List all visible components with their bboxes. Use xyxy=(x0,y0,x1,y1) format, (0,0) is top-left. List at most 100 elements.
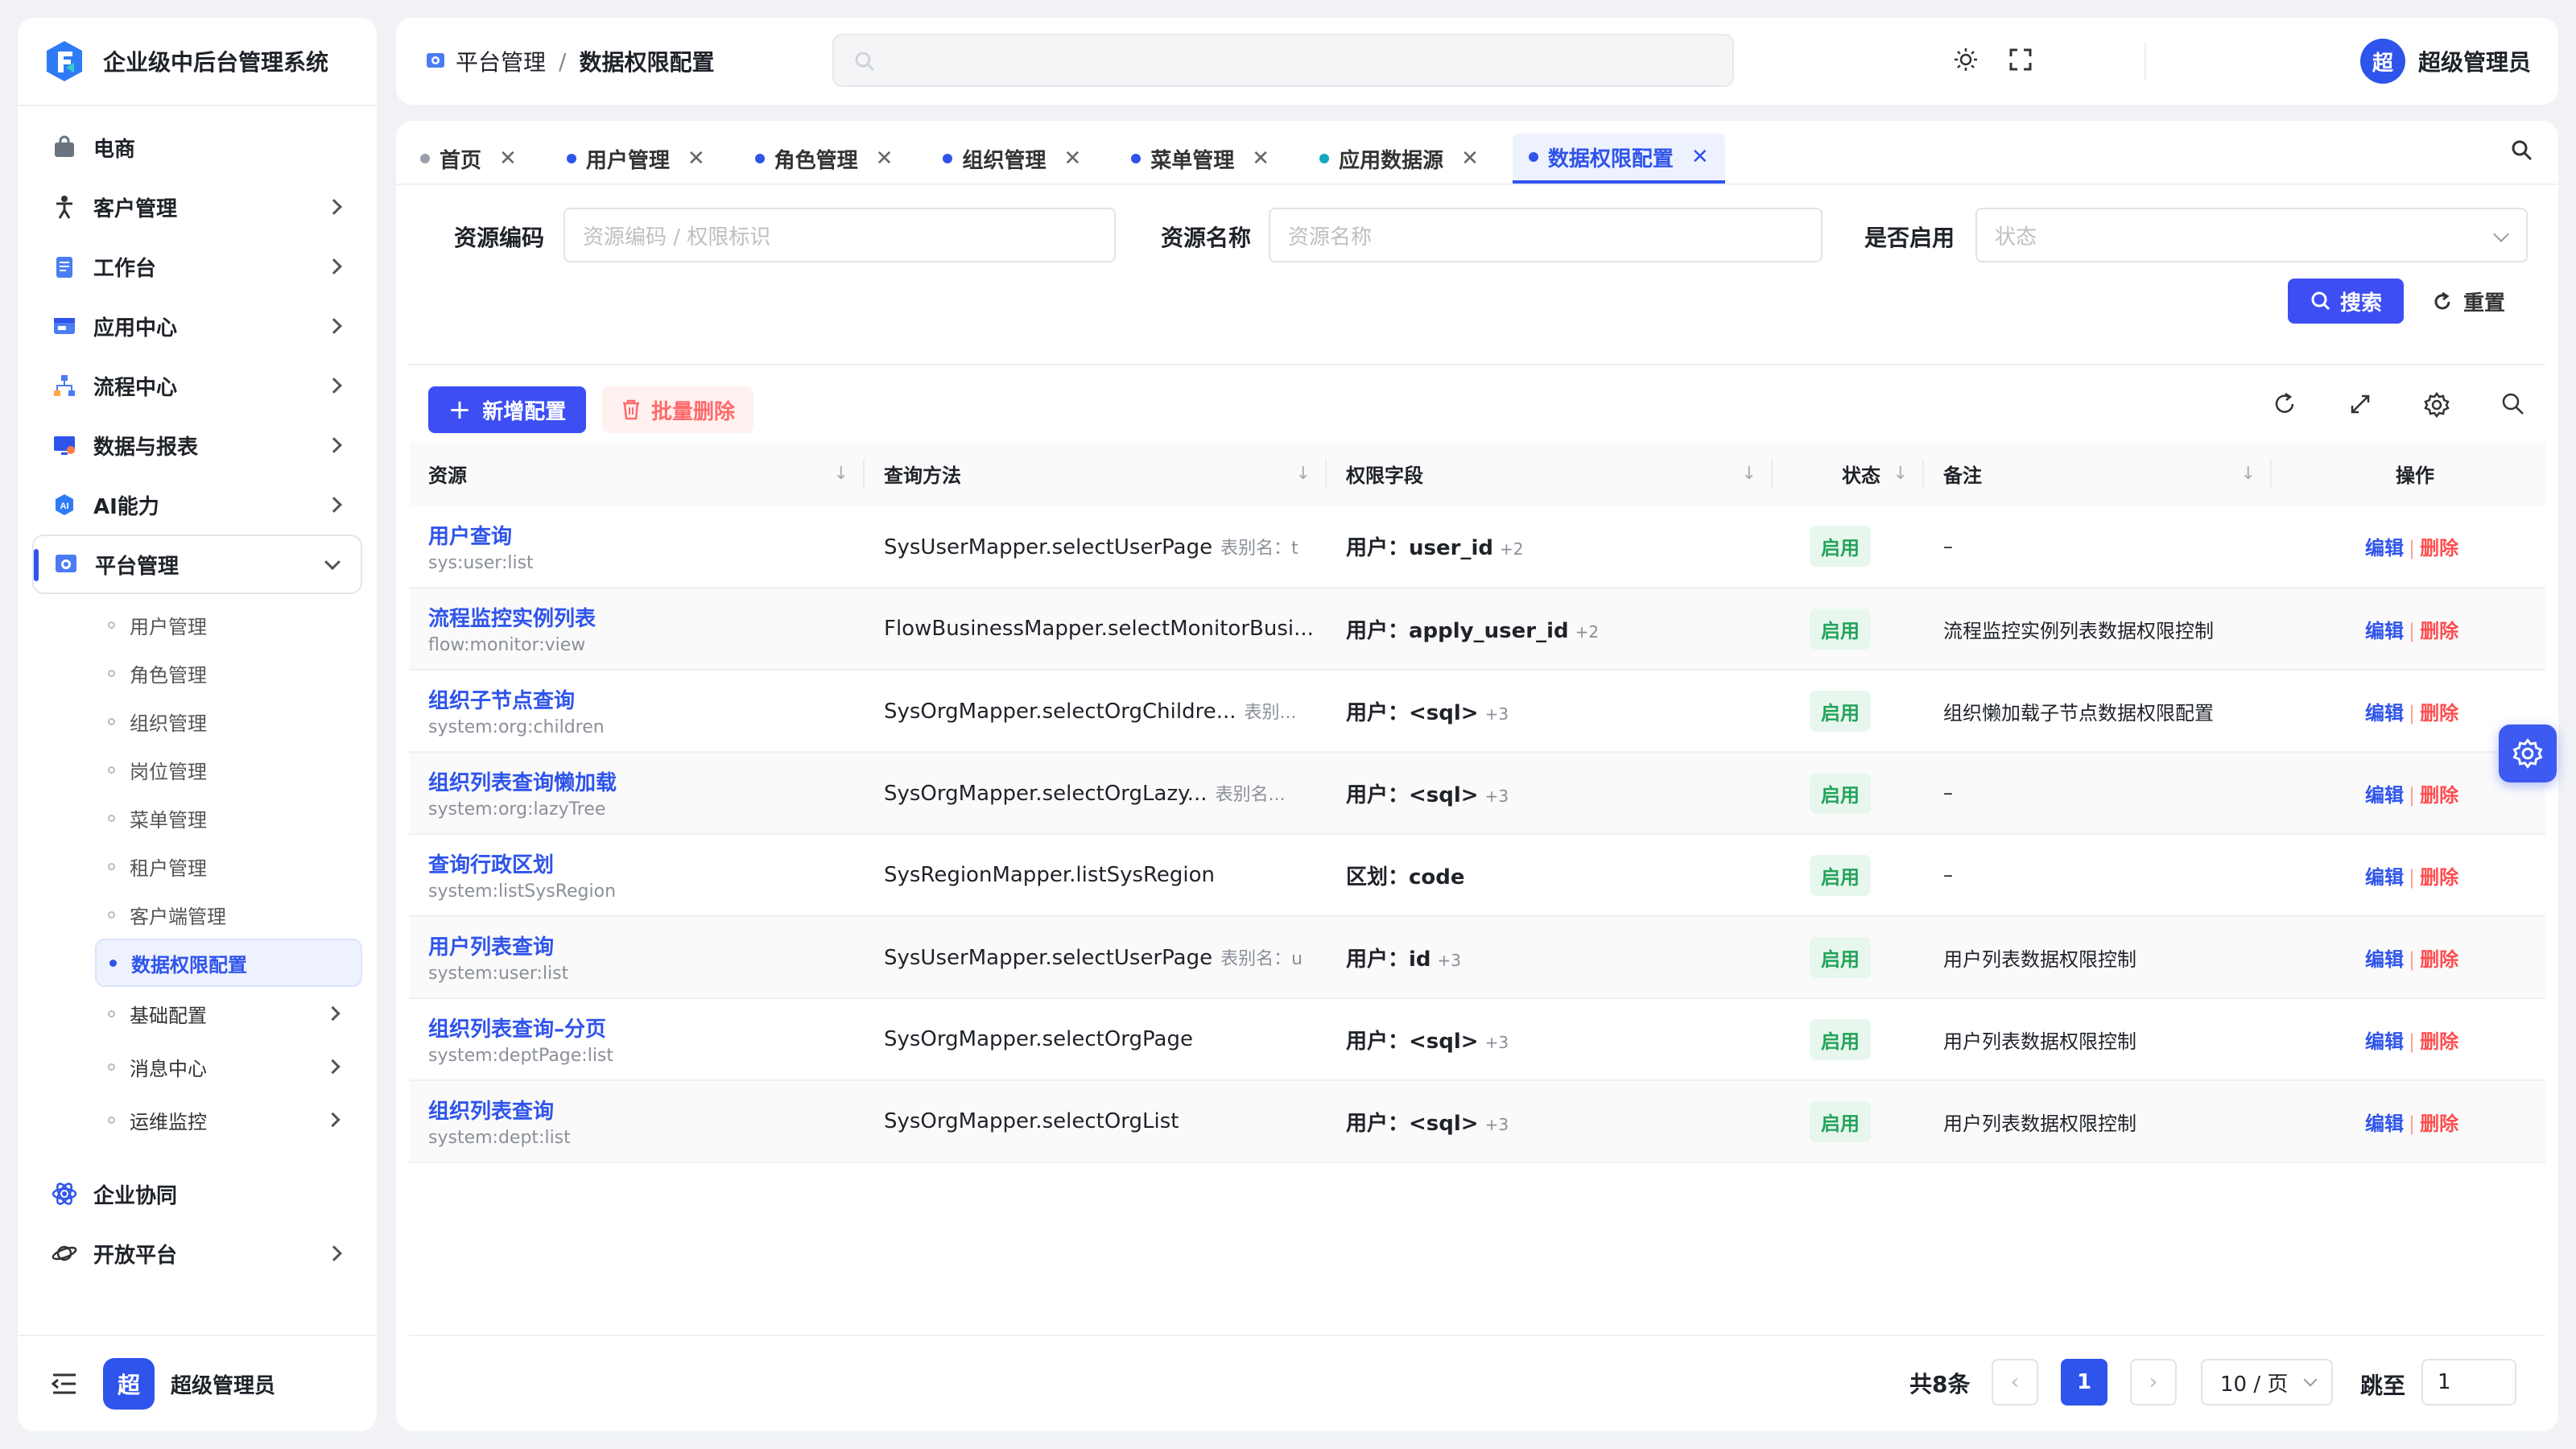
tab-app-datasource[interactable]: 应用数据源 ✕ xyxy=(1303,134,1495,184)
sort-icon[interactable]: ↓ xyxy=(1296,464,1311,484)
sort-icon[interactable]: ↓ xyxy=(2241,464,2256,484)
close-icon[interactable]: ✕ xyxy=(687,147,705,171)
floating-settings-button[interactable] xyxy=(2499,724,2557,782)
next-page-button[interactable]: › xyxy=(2130,1359,2177,1406)
table-row[interactable]: 组织列表查询懒加载 system:org:lazyTree SysOrgMapper… xyxy=(409,752,2545,835)
resource-name-input[interactable]: 资源名称 xyxy=(1269,208,1823,262)
perm-more-count[interactable]: +3 xyxy=(1485,1115,1509,1134)
page-size-select[interactable]: 10 / 页 xyxy=(2201,1359,2333,1406)
resource-name-link[interactable]: 流程监控实例列表 xyxy=(428,602,865,632)
sidebar-subitem-post-manage[interactable]: 岗位管理 xyxy=(95,745,362,794)
resource-code-input[interactable]: 资源编码 / 权限标识 xyxy=(564,208,1116,262)
table-row[interactable]: 组织列表查询 system:dept:list SysOrgMapper.selec… xyxy=(409,1080,2545,1163)
resource-name-link[interactable]: 组织列表查询 xyxy=(428,1095,865,1125)
table-row[interactable]: 用户列表查询 system:user:list SysUserMapper.sele… xyxy=(409,916,2545,999)
fullscreen-icon[interactable] xyxy=(2008,47,2033,72)
delete-link[interactable]: 删除 xyxy=(2420,784,2458,807)
perm-more-count[interactable]: +2 xyxy=(1575,622,1599,642)
column-header-perm-field[interactable]: 权限字段 ↓ xyxy=(1327,441,1773,506)
resource-name-link[interactable]: 用户列表查询 xyxy=(428,931,865,960)
sidebar-item-ecommerce[interactable]: 电商 xyxy=(32,118,362,177)
edit-link[interactable]: 编辑 xyxy=(2365,948,2404,971)
sun-icon[interactable] xyxy=(1953,47,1979,72)
resource-name-link[interactable]: 组织子节点查询 xyxy=(428,684,865,714)
column-header-remark[interactable]: 备注 ↓ xyxy=(1924,441,2272,506)
collapse-menu-icon[interactable] xyxy=(50,1372,79,1396)
edit-link[interactable]: 编辑 xyxy=(2365,866,2404,889)
delete-link[interactable]: 删除 xyxy=(2420,866,2458,889)
sidebar-subitem-tenant-manage[interactable]: 租户管理 xyxy=(95,842,362,890)
table-row[interactable]: 组织子节点查询 system:org:children SysOrgMapper.s… xyxy=(409,670,2545,753)
jump-page-input[interactable]: 1 xyxy=(2421,1359,2516,1406)
sidebar-item-open-platform[interactable]: 开放平台 xyxy=(32,1224,362,1283)
resource-name-link[interactable]: 用户查询 xyxy=(428,520,865,550)
expand-icon[interactable] xyxy=(2347,391,2373,417)
sidebar-item-customer[interactable]: 客户管理 xyxy=(32,177,362,237)
add-config-button[interactable]: + 新增配置 xyxy=(428,386,586,433)
search-icon[interactable] xyxy=(2500,391,2526,417)
global-search-input[interactable] xyxy=(832,34,1734,87)
delete-link[interactable]: 删除 xyxy=(2420,1113,2458,1135)
perm-more-count[interactable]: +3 xyxy=(1485,704,1509,724)
close-icon[interactable]: ✕ xyxy=(876,147,894,171)
sidebar-item-data-report[interactable]: 数据与报表 xyxy=(32,415,362,475)
sort-icon[interactable]: ↓ xyxy=(834,464,848,484)
user-name[interactable]: 超级管理员 xyxy=(2418,45,2531,77)
reset-button[interactable]: 重置 xyxy=(2431,287,2505,316)
close-icon[interactable]: ✕ xyxy=(1691,145,1709,169)
delete-link[interactable]: 删除 xyxy=(2420,1030,2458,1053)
prev-page-button[interactable]: ‹ xyxy=(1992,1359,2038,1406)
sidebar-subitem-data-permission[interactable]: 数据权限配置 xyxy=(95,939,362,987)
resource-name-link[interactable]: 组织列表查询–分页 xyxy=(428,1013,865,1042)
edit-link[interactable]: 编辑 xyxy=(2365,702,2404,724)
sort-icon[interactable]: ↓ xyxy=(1742,464,1757,484)
sidebar-item-workbench[interactable]: 工作台 xyxy=(32,237,362,296)
refresh-icon[interactable] xyxy=(2272,391,2297,417)
close-icon[interactable]: ✕ xyxy=(1063,147,1081,171)
tab-data-permission[interactable]: 数据权限配置 ✕ xyxy=(1512,134,1725,184)
sort-icon[interactable]: ↓ xyxy=(1893,464,1908,484)
close-icon[interactable]: ✕ xyxy=(1461,147,1479,171)
sidebar-subitem-basic-config[interactable]: 基础配置 xyxy=(95,987,362,1040)
close-icon[interactable]: ✕ xyxy=(499,147,517,171)
gear-icon[interactable] xyxy=(2423,391,2450,419)
perm-more-count[interactable]: +3 xyxy=(1485,786,1509,806)
search-icon[interactable] xyxy=(2510,138,2534,163)
delete-link[interactable]: 删除 xyxy=(2420,948,2458,971)
edit-link[interactable]: 编辑 xyxy=(2365,784,2404,807)
sidebar-item-platform[interactable]: 平台管理 xyxy=(32,535,362,594)
tab-role-manage[interactable]: 角色管理 ✕ xyxy=(739,134,910,184)
edit-link[interactable]: 编辑 xyxy=(2365,1030,2404,1053)
avatar[interactable]: 超 xyxy=(103,1358,155,1410)
delete-link[interactable]: 删除 xyxy=(2420,537,2458,559)
header-user[interactable]: 超 超级管理员 xyxy=(2359,39,2531,84)
delete-link[interactable]: 删除 xyxy=(2420,702,2458,724)
edit-link[interactable]: 编辑 xyxy=(2365,1113,2404,1135)
column-header-method[interactable]: 查询方法 ↓ xyxy=(865,441,1327,506)
tab-home[interactable]: 首页 ✕ xyxy=(404,134,533,184)
breadcrumb-item[interactable]: 平台管理 xyxy=(456,45,546,77)
table-row[interactable]: 组织列表查询–分页 system:deptPage:list SysOrgMappe… xyxy=(409,998,2545,1081)
delete-link[interactable]: 删除 xyxy=(2420,620,2458,642)
column-header-resource[interactable]: 资源 ↓ xyxy=(409,441,865,506)
edit-link[interactable]: 编辑 xyxy=(2365,620,2404,642)
sidebar-subitem-client-manage[interactable]: 客户端管理 xyxy=(95,890,362,939)
sidebar-item-collaboration[interactable]: 企业协同 xyxy=(32,1164,362,1224)
avatar[interactable]: 超 xyxy=(2359,39,2405,84)
perm-more-count[interactable]: +3 xyxy=(1485,1033,1509,1052)
tab-org-manage[interactable]: 组织管理 ✕ xyxy=(927,134,1097,184)
sidebar-subitem-ops-monitor[interactable]: 运维监控 xyxy=(95,1093,362,1146)
status-select[interactable]: 状态 xyxy=(1975,208,2528,262)
resource-name-link[interactable]: 组织列表查询懒加载 xyxy=(428,766,865,796)
sidebar-subitem-role-manage[interactable]: 角色管理 xyxy=(95,649,362,697)
sidebar-item-ai[interactable]: AI AI能力 xyxy=(32,475,362,535)
sidebar-subitem-menu-manage[interactable]: 菜单管理 xyxy=(95,794,362,842)
edit-link[interactable]: 编辑 xyxy=(2365,537,2404,559)
close-icon[interactable]: ✕ xyxy=(1252,147,1269,171)
search-button[interactable]: 搜索 xyxy=(2288,279,2404,324)
page-number-current[interactable]: 1 xyxy=(2061,1359,2107,1406)
tab-menu-manage[interactable]: 菜单管理 ✕ xyxy=(1115,134,1286,184)
table-row[interactable]: 流程监控实例列表 flow:monitor:view FlowBusinessMap… xyxy=(409,588,2545,671)
table-row[interactable]: 查询行政区划 system:listSysRegion SysRegionMappe… xyxy=(409,834,2545,917)
sidebar-item-app-center[interactable]: 应用中心 xyxy=(32,296,362,356)
